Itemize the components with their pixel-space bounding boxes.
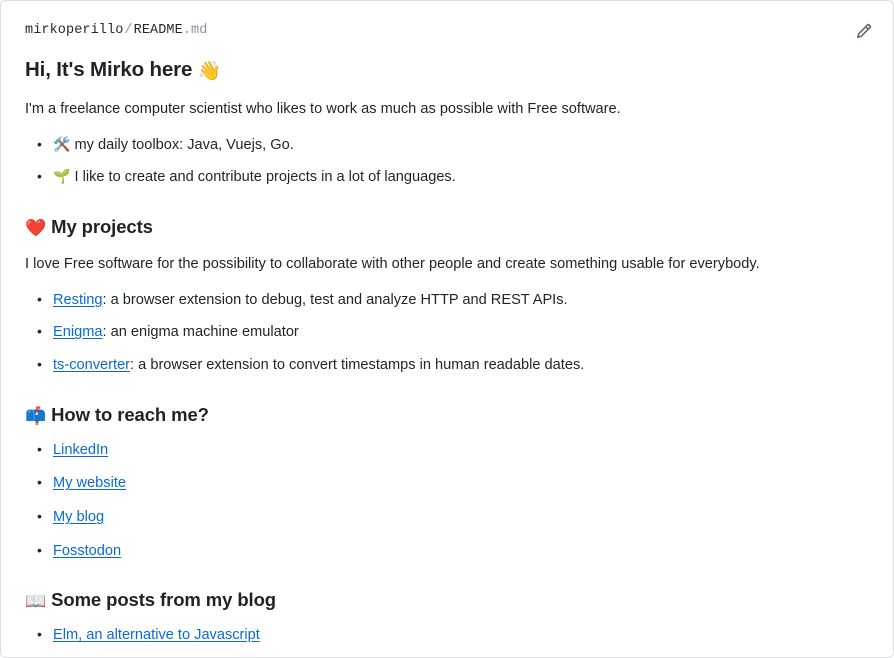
list-item: ts-converter: a browser extension to con… bbox=[37, 354, 869, 377]
file-view-card: mirkoperillo/README.md Hi, It's Mirko he… bbox=[0, 0, 894, 658]
list-item: Elm, an alternative to Javascript bbox=[37, 624, 869, 647]
project-description: : a browser extension to convert timesta… bbox=[130, 356, 585, 373]
seedling-icon: 🌱 bbox=[53, 169, 71, 186]
list-item-text: my daily toolbox: Java, Vuejs, Go. bbox=[70, 136, 294, 153]
list-item: My blog bbox=[37, 506, 869, 529]
blog-heading: 📖 Some posts from my blog bbox=[25, 588, 869, 611]
breadcrumb-owner[interactable]: mirkoperillo bbox=[25, 23, 123, 38]
page-title-text: Hi, It's Mirko here bbox=[25, 58, 198, 81]
contact-link-my-blog[interactable]: My blog bbox=[53, 509, 104, 525]
projects-heading-text: My projects bbox=[46, 215, 153, 237]
intro-paragraph: I'm a freelance computer scientist who l… bbox=[25, 100, 621, 117]
breadcrumb-file-name: README bbox=[133, 22, 183, 38]
list-item-text: I like to create and contribute projects… bbox=[70, 169, 456, 186]
blog-link-elm-alternative-javascript[interactable]: Elm, an alternative to Javascript bbox=[53, 627, 260, 643]
red-heart-icon: ❤️ bbox=[25, 218, 47, 239]
project-link-resting[interactable]: Resting bbox=[53, 292, 102, 308]
contact-heading-text: How to reach me? bbox=[46, 403, 209, 425]
projects-paragraph: I love Free software for the possibility… bbox=[25, 255, 760, 272]
edit-file-button[interactable] bbox=[851, 18, 877, 44]
contact-heading: 📫 How to reach me? bbox=[25, 403, 869, 426]
list-item: Enigma: an enigma machine emulator bbox=[37, 321, 869, 344]
file-header: mirkoperillo/README.md bbox=[1, 1, 893, 51]
hammer-and-wrench-icon: 🛠️ bbox=[53, 136, 71, 153]
project-description: : an enigma machine emulator bbox=[102, 324, 299, 341]
intro-list: 🛠️ my daily toolbox: Java, Vuejs, Go. 🌱 … bbox=[25, 134, 869, 189]
contact-link-my-website[interactable]: My website bbox=[53, 475, 126, 491]
page-title: Hi, It's Mirko here 👋 bbox=[25, 57, 869, 83]
contact-links-list: LinkedIn My website My blog Fosstodon bbox=[25, 439, 869, 562]
blog-links-list: Elm, an alternative to Javascript First … bbox=[25, 624, 869, 657]
blog-heading-text: Some posts from my blog bbox=[46, 589, 277, 611]
contact-link-fosstodon[interactable]: Fosstodon bbox=[53, 543, 121, 559]
projects-list: Resting: a browser extension to debug, t… bbox=[25, 289, 869, 377]
waving-hand-icon: 👋 bbox=[197, 59, 222, 82]
open-book-icon: 📖 bbox=[25, 591, 47, 612]
breadcrumb-separator: / bbox=[124, 22, 133, 38]
breadcrumb-file-extension: .md bbox=[182, 22, 208, 38]
contact-link-linkedin[interactable]: LinkedIn bbox=[53, 442, 108, 458]
project-link-enigma[interactable]: Enigma bbox=[53, 324, 102, 340]
list-item: My website bbox=[37, 472, 869, 495]
list-item: 🌱 I like to create and contribute projec… bbox=[37, 166, 869, 189]
list-item: Fosstodon bbox=[37, 540, 869, 563]
project-description: : a browser extension to debug, test and… bbox=[102, 291, 568, 308]
list-item: Resting: a browser extension to debug, t… bbox=[37, 289, 869, 312]
pencil-icon bbox=[856, 23, 872, 39]
markdown-content: Hi, It's Mirko here 👋 I'm a freelance co… bbox=[1, 57, 893, 657]
list-item: LinkedIn bbox=[37, 439, 869, 462]
breadcrumb: mirkoperillo/README.md bbox=[25, 24, 207, 38]
project-link-ts-converter[interactable]: ts-converter bbox=[53, 357, 130, 373]
projects-heading: ❤️ My projects bbox=[25, 215, 869, 238]
list-item: 🛠️ my daily toolbox: Java, Vuejs, Go. bbox=[37, 134, 869, 157]
mailbox-icon: 📫 bbox=[25, 406, 47, 427]
